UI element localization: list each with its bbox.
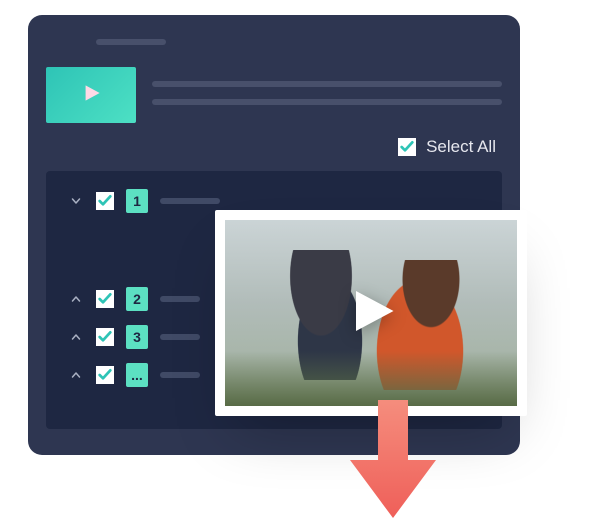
placeholder-line [160, 198, 220, 204]
select-all-label: Select All [426, 137, 496, 157]
row-checkbox[interactable] [96, 328, 114, 346]
chevron-up-icon[interactable] [68, 293, 84, 305]
select-all-row: Select All [46, 137, 496, 157]
video-header-row [46, 67, 502, 123]
preview-image [225, 220, 517, 406]
grass-foreground [225, 351, 517, 406]
header-placeholder-line [96, 39, 166, 45]
row-checkbox[interactable] [96, 366, 114, 384]
video-preview-card[interactable] [215, 210, 527, 416]
video-thumbnail[interactable] [46, 67, 136, 123]
row-checkbox[interactable] [96, 192, 114, 210]
placeholder-line [152, 81, 502, 87]
chevron-up-icon[interactable] [68, 331, 84, 343]
download-arrow-icon [348, 400, 438, 520]
select-all-checkbox[interactable] [398, 138, 416, 156]
video-title-lines [152, 81, 502, 105]
placeholder-line [152, 99, 502, 105]
play-icon [78, 80, 104, 111]
placeholder-line [160, 372, 200, 378]
placeholder-line [160, 334, 200, 340]
episode-badge: 1 [126, 189, 148, 213]
episode-badge: 2 [126, 287, 148, 311]
row-checkbox[interactable] [96, 290, 114, 308]
chevron-down-icon[interactable] [68, 195, 84, 207]
play-icon[interactable] [341, 281, 401, 346]
episode-badge: ... [126, 363, 148, 387]
episode-badge: 3 [126, 325, 148, 349]
chevron-up-icon[interactable] [68, 369, 84, 381]
placeholder-line [160, 296, 200, 302]
